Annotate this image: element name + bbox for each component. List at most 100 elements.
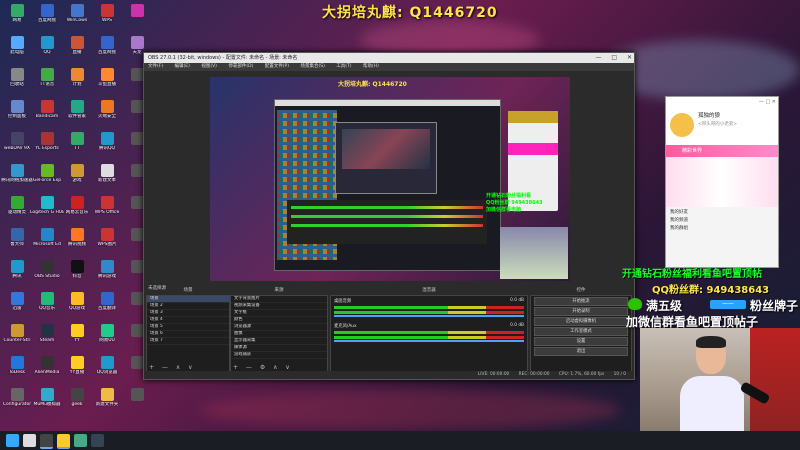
desktop-icon[interactable]: 腾讯网络加速器 [0, 162, 34, 196]
obs-title-bar[interactable]: OBS 27.0.1 (32-bit, windows) - 配置文件: 未命名… [144, 53, 634, 63]
maximize-button[interactable]: □ [611, 54, 617, 61]
desktop-icon[interactable]: YY直播 [60, 354, 94, 388]
scenes-footer[interactable]: + — ∧ ∨ [149, 364, 196, 371]
studio-mode-button[interactable]: 工作室模式 [534, 327, 628, 336]
settings-button[interactable]: 设置 [534, 337, 628, 346]
sources-footer[interactable]: + — ⚙ ∧ ∨ [233, 364, 293, 371]
desktop-icon[interactable]: GeForce Exp [30, 162, 64, 196]
source-item[interactable]: 颜色 [231, 317, 327, 324]
source-item[interactable]: 媒体源 [231, 345, 327, 352]
desktop-icon[interactable]: QQ音乐 [30, 290, 64, 324]
desktop-icon[interactable]: 此电脑 [0, 34, 34, 68]
menu-view[interactable]: 视图(V) [201, 64, 217, 69]
scene-item[interactable]: 场景 3 [147, 310, 229, 317]
desktop-icon[interactable]: 迅雷 [0, 290, 34, 324]
scene-item[interactable]: 场景 [147, 296, 229, 303]
obs-taskbar-icon[interactable] [40, 434, 53, 449]
obs-window[interactable]: OBS 27.0.1 (32-bit, windows) - 配置文件: 未命名… [143, 52, 635, 380]
chrome-taskbar-icon[interactable] [74, 434, 87, 447]
minimize-button[interactable]: — [595, 54, 601, 61]
menu-help[interactable]: 帮助(H) [363, 64, 379, 69]
scene-item[interactable]: 场景 2 [147, 303, 229, 310]
source-item[interactable]: 图像 [231, 331, 327, 338]
source-item[interactable]: 视频采集设备 [231, 303, 327, 310]
desktop-icon[interactable]: 计划 [60, 66, 94, 100]
scene-item[interactable]: 场景 4 [147, 317, 229, 324]
desktop-icon[interactable]: ToDesk [0, 354, 34, 388]
desktop-icon[interactable]: geek [60, 386, 94, 420]
desktop-icon[interactable]: 百度网盘 [90, 34, 124, 68]
desktop-icon[interactable]: webDAV 9X [0, 130, 34, 164]
menu-docks[interactable]: 停靠部件(D) [228, 64, 253, 69]
desktop-icon[interactable]: 新建文件夹 [90, 386, 124, 420]
windows-start-icon[interactable] [6, 434, 19, 447]
desktop-icon[interactable]: 抖音 [60, 258, 94, 292]
chat-app-window[interactable]: — □ ✕ 孤独的狼 <带头哥的小老弟> 精彩世界 我的好友 我的频道 我的群组 [665, 96, 779, 268]
desktop-icon[interactable]: Microsoft Ed [30, 226, 64, 260]
desktop-icon[interactable]: MuMu模拟器 [30, 386, 64, 420]
menu-profile[interactable]: 配置文件(P) [265, 64, 289, 69]
desktop-icon[interactable]: 网易 [0, 2, 34, 36]
menu-scene-collection[interactable]: 场景集合(S) [300, 64, 324, 69]
desktop-icon[interactable]: QQ游戏 [60, 290, 94, 324]
desktop-icon[interactable]: 网易云音乐 [60, 194, 94, 228]
exit-button[interactable]: 退出 [534, 347, 628, 356]
virtual-camera-button[interactable]: 启动虚拟摄像机 [534, 317, 628, 326]
source-item[interactable]: 显示器采集 [231, 338, 327, 345]
menu-tools[interactable]: 工具(T) [336, 64, 351, 69]
avatar[interactable] [670, 113, 694, 137]
desktop-icon[interactable]: WPS [90, 2, 124, 36]
desktop-icon[interactable]: OBS Studio [30, 258, 64, 292]
desktop-icon[interactable] [120, 386, 154, 420]
source-item[interactable]: 文字框 [231, 310, 327, 317]
chat-window-controls[interactable]: — □ ✕ [759, 99, 776, 105]
desktop-icon[interactable]: YY [60, 322, 94, 356]
desktop-icon[interactable]: 驱动精灵 [0, 194, 34, 228]
desktop-icon[interactable]: 游戏 [60, 162, 94, 196]
desktop-icon[interactable]: WinCows [60, 2, 94, 36]
desktop-icon[interactable]: 腾讯QQ [90, 130, 124, 164]
source-item[interactable]: 文字背景图片 [231, 296, 327, 303]
desktop-icon[interactable]: 百度翻译 [90, 290, 124, 324]
desktop-icon[interactable]: WPS Office [90, 194, 124, 228]
desktop-icon[interactable]: 回收站 [0, 66, 34, 100]
desktop-icon[interactable]: 腾讯视频 [60, 226, 94, 260]
desktop-icon[interactable]: 控制面板 [0, 98, 34, 132]
desktop-icon[interactable]: WPS图片 [90, 226, 124, 260]
desktop-icon[interactable]: 软件管家 [60, 98, 94, 132]
desktop-icon[interactable]: 网易UU [90, 322, 124, 356]
desktop-icon[interactable]: 斗鱼直播 [90, 66, 124, 100]
scene-item[interactable]: 场景 7 [147, 338, 229, 345]
obs-preview[interactable]: 大拐培丸麒: Q1446720 开通钻石粉丝福利看 QQ粉丝群 94943864… [210, 77, 570, 281]
desktop-icon[interactable]: QQ浏览器 [90, 354, 124, 388]
scene-item[interactable]: 场景 6 [147, 331, 229, 338]
desktop-icon[interactable]: 腾讯 [0, 258, 34, 292]
search-icon[interactable] [23, 434, 36, 447]
chat-thumbnails[interactable] [666, 157, 778, 207]
desktop-icon[interactable]: YL Esports [30, 130, 64, 164]
desktop-icon[interactable]: QQ [30, 34, 64, 68]
yy-taskbar-icon[interactable] [57, 434, 70, 449]
scene-item[interactable]: 场景 5 [147, 324, 229, 331]
chat-promo-banner[interactable]: 精彩世界 [666, 145, 778, 157]
desktop-icon[interactable]: 鲁大师 [0, 226, 34, 260]
desktop-icon[interactable]: TT [60, 130, 94, 164]
desktop-icon[interactable]: 直播 [60, 34, 94, 68]
chat-list-item[interactable]: 我的群组 [670, 225, 774, 233]
desktop-icon[interactable]: TT语音 [30, 66, 64, 100]
close-button[interactable]: ✕ [627, 54, 632, 61]
desktop-icon[interactable]: 火绒安全 [90, 98, 124, 132]
volume-fader[interactable] [334, 340, 524, 342]
start-recording-button[interactable]: 开始录制 [534, 307, 628, 316]
volume-fader[interactable] [334, 315, 524, 317]
source-item[interactable]: 游戏捕获 [231, 352, 327, 359]
desktop-icon[interactable]: 腾讯游戏 [90, 258, 124, 292]
window-controls[interactable]: — □ ✕ [587, 53, 632, 63]
menu-file[interactable]: 文件(F) [148, 64, 163, 69]
desktop-icon[interactable]: Counter-Stri [0, 322, 34, 356]
desktop-icon[interactable]: Configurator [0, 386, 34, 420]
desktop-icon[interactable]: Bandicam [30, 98, 64, 132]
desktop-icon[interactable] [120, 2, 154, 36]
menu-edit[interactable]: 编辑(E) [175, 64, 190, 69]
steam-taskbar-icon[interactable] [91, 434, 104, 447]
